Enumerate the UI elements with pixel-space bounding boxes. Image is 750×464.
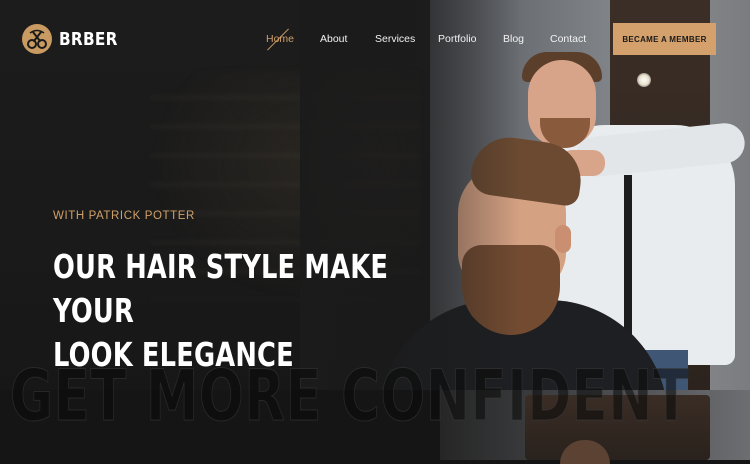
nav-services-link[interactable]: Services: [375, 33, 438, 45]
hero-headline-line-1: OUR HAIR STYLE MAKE YOUR: [53, 247, 389, 330]
nav-portfolio-link[interactable]: Portfolio: [438, 33, 503, 45]
client-ear: [555, 225, 571, 253]
top-navigation: BRBER Home About Services Portfolio Blog…: [0, 0, 750, 80]
hero-background-text: GET MORE CONFIDENT: [10, 355, 690, 438]
become-member-button[interactable]: BECAME A MEMBER: [613, 23, 716, 55]
brand-logo[interactable]: BRBER: [22, 24, 128, 54]
barber-clipper-icon: [22, 24, 52, 54]
nav-blog-link[interactable]: Blog: [503, 33, 550, 45]
brand-name: BRBER: [59, 28, 118, 50]
main-menu: Home About Services Portfolio Blog Conta…: [266, 33, 600, 45]
nav-contact-link[interactable]: Contact: [550, 33, 600, 45]
nav-about-link[interactable]: About: [320, 33, 375, 45]
hero-kicker: WITH PATRICK POTTER: [53, 210, 195, 222]
